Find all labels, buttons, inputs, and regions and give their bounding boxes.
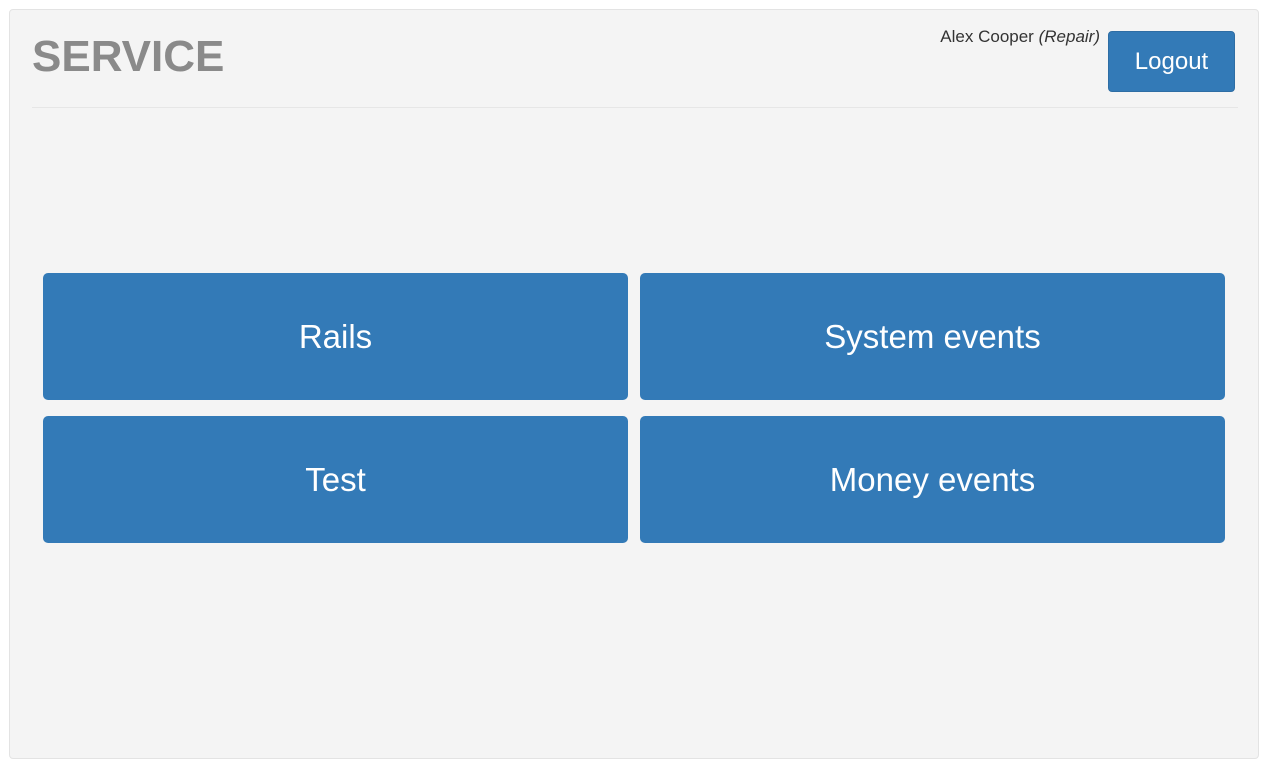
header: SERVICE Alex Cooper (Repair) Logout: [32, 10, 1238, 108]
user-role: (Repair): [1038, 27, 1100, 46]
menu-tiles: Rails System events Test Money events: [43, 273, 1226, 543]
service-panel: SERVICE Alex Cooper (Repair) Logout Rail…: [9, 9, 1259, 759]
system-events-button[interactable]: System events: [640, 273, 1225, 400]
user-info: Alex Cooper (Repair): [940, 27, 1100, 47]
test-button[interactable]: Test: [43, 416, 628, 543]
user-name: Alex Cooper: [940, 27, 1034, 46]
money-events-button[interactable]: Money events: [640, 416, 1225, 543]
logout-button[interactable]: Logout: [1108, 31, 1235, 92]
page-title: SERVICE: [32, 32, 225, 81]
rails-button[interactable]: Rails: [43, 273, 628, 400]
